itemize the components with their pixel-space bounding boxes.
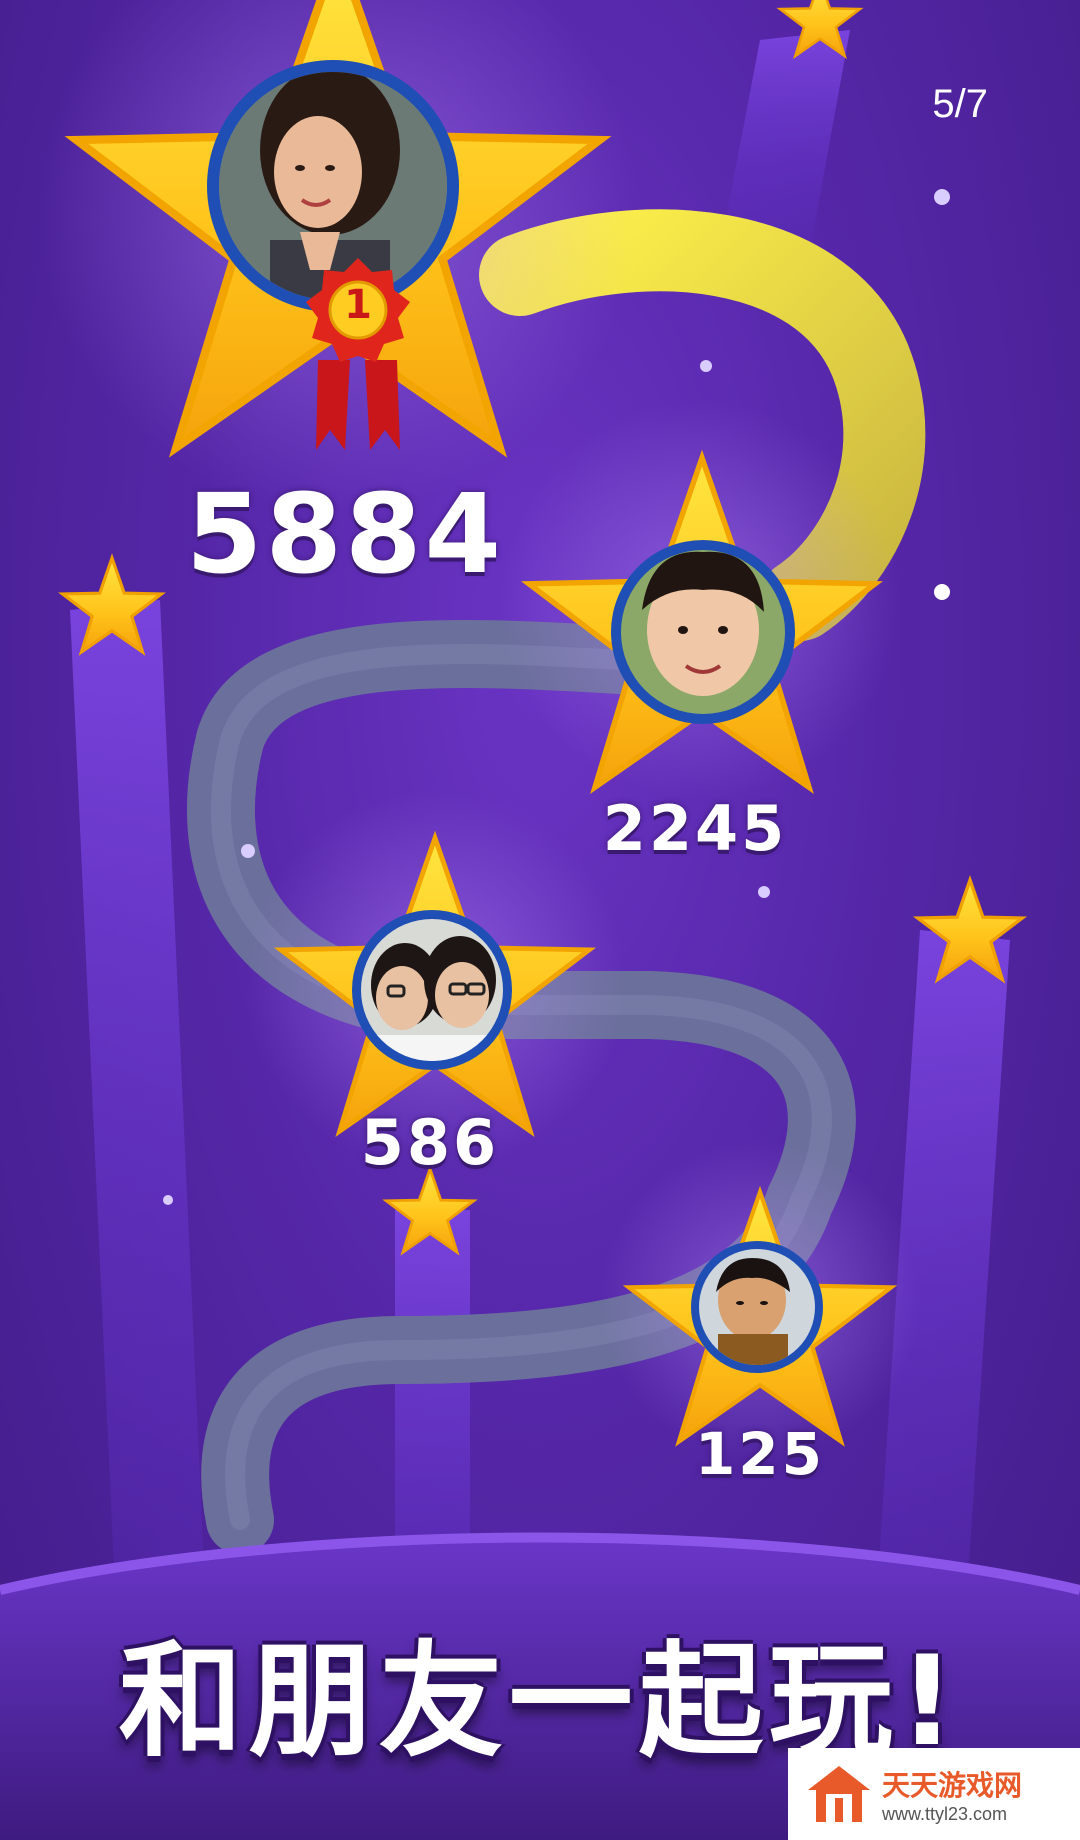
sparkle-dot — [758, 886, 770, 898]
light-beam — [720, 30, 850, 250]
game-screen: 5/7 1 5884 2245 586 125 和朋友一起玩! 天天游戏网 ww… — [0, 0, 1080, 1840]
player-node-rank-1[interactable] — [38, 0, 638, 510]
sparkle-dot — [241, 844, 255, 858]
page-counter: 5/7 — [932, 82, 988, 126]
player-score: 125 — [694, 1420, 826, 1488]
sparkle-dot — [163, 1195, 173, 1205]
sparkle-dot — [934, 189, 950, 205]
player-score: 586 — [360, 1106, 500, 1179]
house-logo-icon — [808, 1766, 870, 1822]
site-watermark[interactable]: 天天游戏网 www.ttyl23.com — [788, 1748, 1080, 1840]
player-node-2[interactable] — [500, 400, 900, 800]
player-score: 2245 — [602, 792, 788, 865]
watermark-title: 天天游戏网 — [882, 1768, 1023, 1802]
sparkle-dot — [700, 360, 712, 372]
sparkle-dot — [934, 584, 950, 600]
background-art — [0, 0, 1080, 1840]
watermark-url: www.ttyl23.com — [882, 1803, 1008, 1824]
light-beam — [70, 600, 210, 1700]
avatar — [691, 1241, 823, 1373]
avatar — [611, 540, 795, 724]
player-node-4[interactable] — [600, 1140, 920, 1460]
medal-rank-number: 1 — [344, 282, 372, 328]
player-score: 5884 — [185, 470, 505, 598]
